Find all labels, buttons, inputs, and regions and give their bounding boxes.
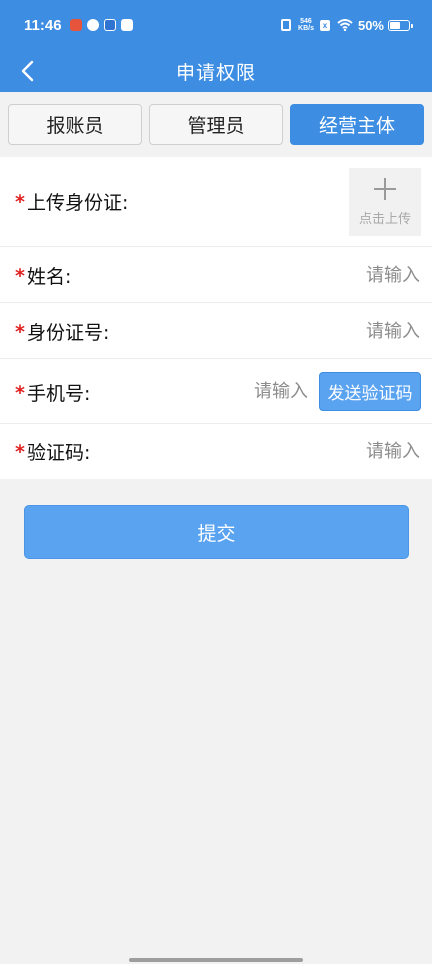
phone-label-text: 手机号: xyxy=(26,383,91,405)
name-label-text: 姓名: xyxy=(26,266,72,288)
role-tabs: 报账员 管理员 经营主体 xyxy=(0,96,432,154)
code-label: * 验证码: xyxy=(15,438,90,465)
id-number-label: * 身份证号: xyxy=(15,318,109,345)
tab-admin[interactable]: 管理员 xyxy=(149,104,283,145)
back-button[interactable] xyxy=(14,56,40,86)
status-bar: 11:46 546 KB/s x 50% xyxy=(0,0,432,50)
network-speed-value: 546 xyxy=(300,18,312,25)
id-number-label-text: 身份证号: xyxy=(26,322,110,344)
notification-translate-icon xyxy=(103,19,116,31)
notification-app-icon xyxy=(69,19,82,31)
code-input[interactable] xyxy=(260,436,420,466)
permission-form: * 上传身份证: 点击上传 * 姓名: * 身份证号: * 手机号: 发送验证码 xyxy=(0,157,432,479)
tab-business-entity[interactable]: 经营主体 xyxy=(290,104,424,145)
no-sim-icon: x xyxy=(319,19,330,31)
wifi-icon xyxy=(337,19,353,31)
form-row-code: * 验证码: xyxy=(0,424,432,479)
network-speed: 546 KB/s xyxy=(298,18,314,32)
phone-input[interactable] xyxy=(188,376,308,406)
network-speed-unit: KB/s xyxy=(298,25,314,32)
name-input[interactable] xyxy=(260,260,420,290)
send-code-button[interactable]: 发送验证码 xyxy=(319,372,421,411)
code-label-text: 验证码: xyxy=(26,442,91,464)
battery-percent: 50% xyxy=(357,17,384,33)
home-indicator[interactable] xyxy=(129,958,303,962)
chevron-left-icon xyxy=(21,60,34,82)
form-row-id-number: * 身份证号: xyxy=(0,303,432,359)
page-title: 申请权限 xyxy=(175,61,256,84)
required-mark: * xyxy=(15,190,25,213)
upload-id-label-text: 上传身份证: xyxy=(26,192,129,214)
upload-id-label: * 上传身份证: xyxy=(15,188,128,215)
form-row-phone: * 手机号: 发送验证码 xyxy=(0,359,432,424)
notification-mail-icon xyxy=(120,19,133,31)
battery-icon xyxy=(388,19,413,31)
phone-label: * 手机号: xyxy=(15,379,90,406)
plus-icon xyxy=(374,177,396,200)
required-mark: * xyxy=(15,320,25,343)
upload-id-button[interactable]: 点击上传 xyxy=(349,168,421,236)
required-mark: * xyxy=(15,264,25,287)
tab-accountant[interactable]: 报账员 xyxy=(8,104,142,145)
form-row-upload-id: * 上传身份证: 点击上传 xyxy=(0,157,432,247)
upload-button-text: 点击上传 xyxy=(358,211,411,227)
status-time: 11:46 xyxy=(24,16,62,34)
required-mark: * xyxy=(15,381,25,404)
notification-swirl-icon xyxy=(86,19,99,31)
id-number-input[interactable] xyxy=(260,316,420,346)
required-mark: * xyxy=(15,440,25,463)
submit-button[interactable]: 提交 xyxy=(24,505,409,559)
form-row-name: * 姓名: xyxy=(0,247,432,303)
nav-bar: 申请权限 xyxy=(0,50,432,92)
name-label: * 姓名: xyxy=(15,262,71,289)
vibrate-icon xyxy=(281,19,292,31)
